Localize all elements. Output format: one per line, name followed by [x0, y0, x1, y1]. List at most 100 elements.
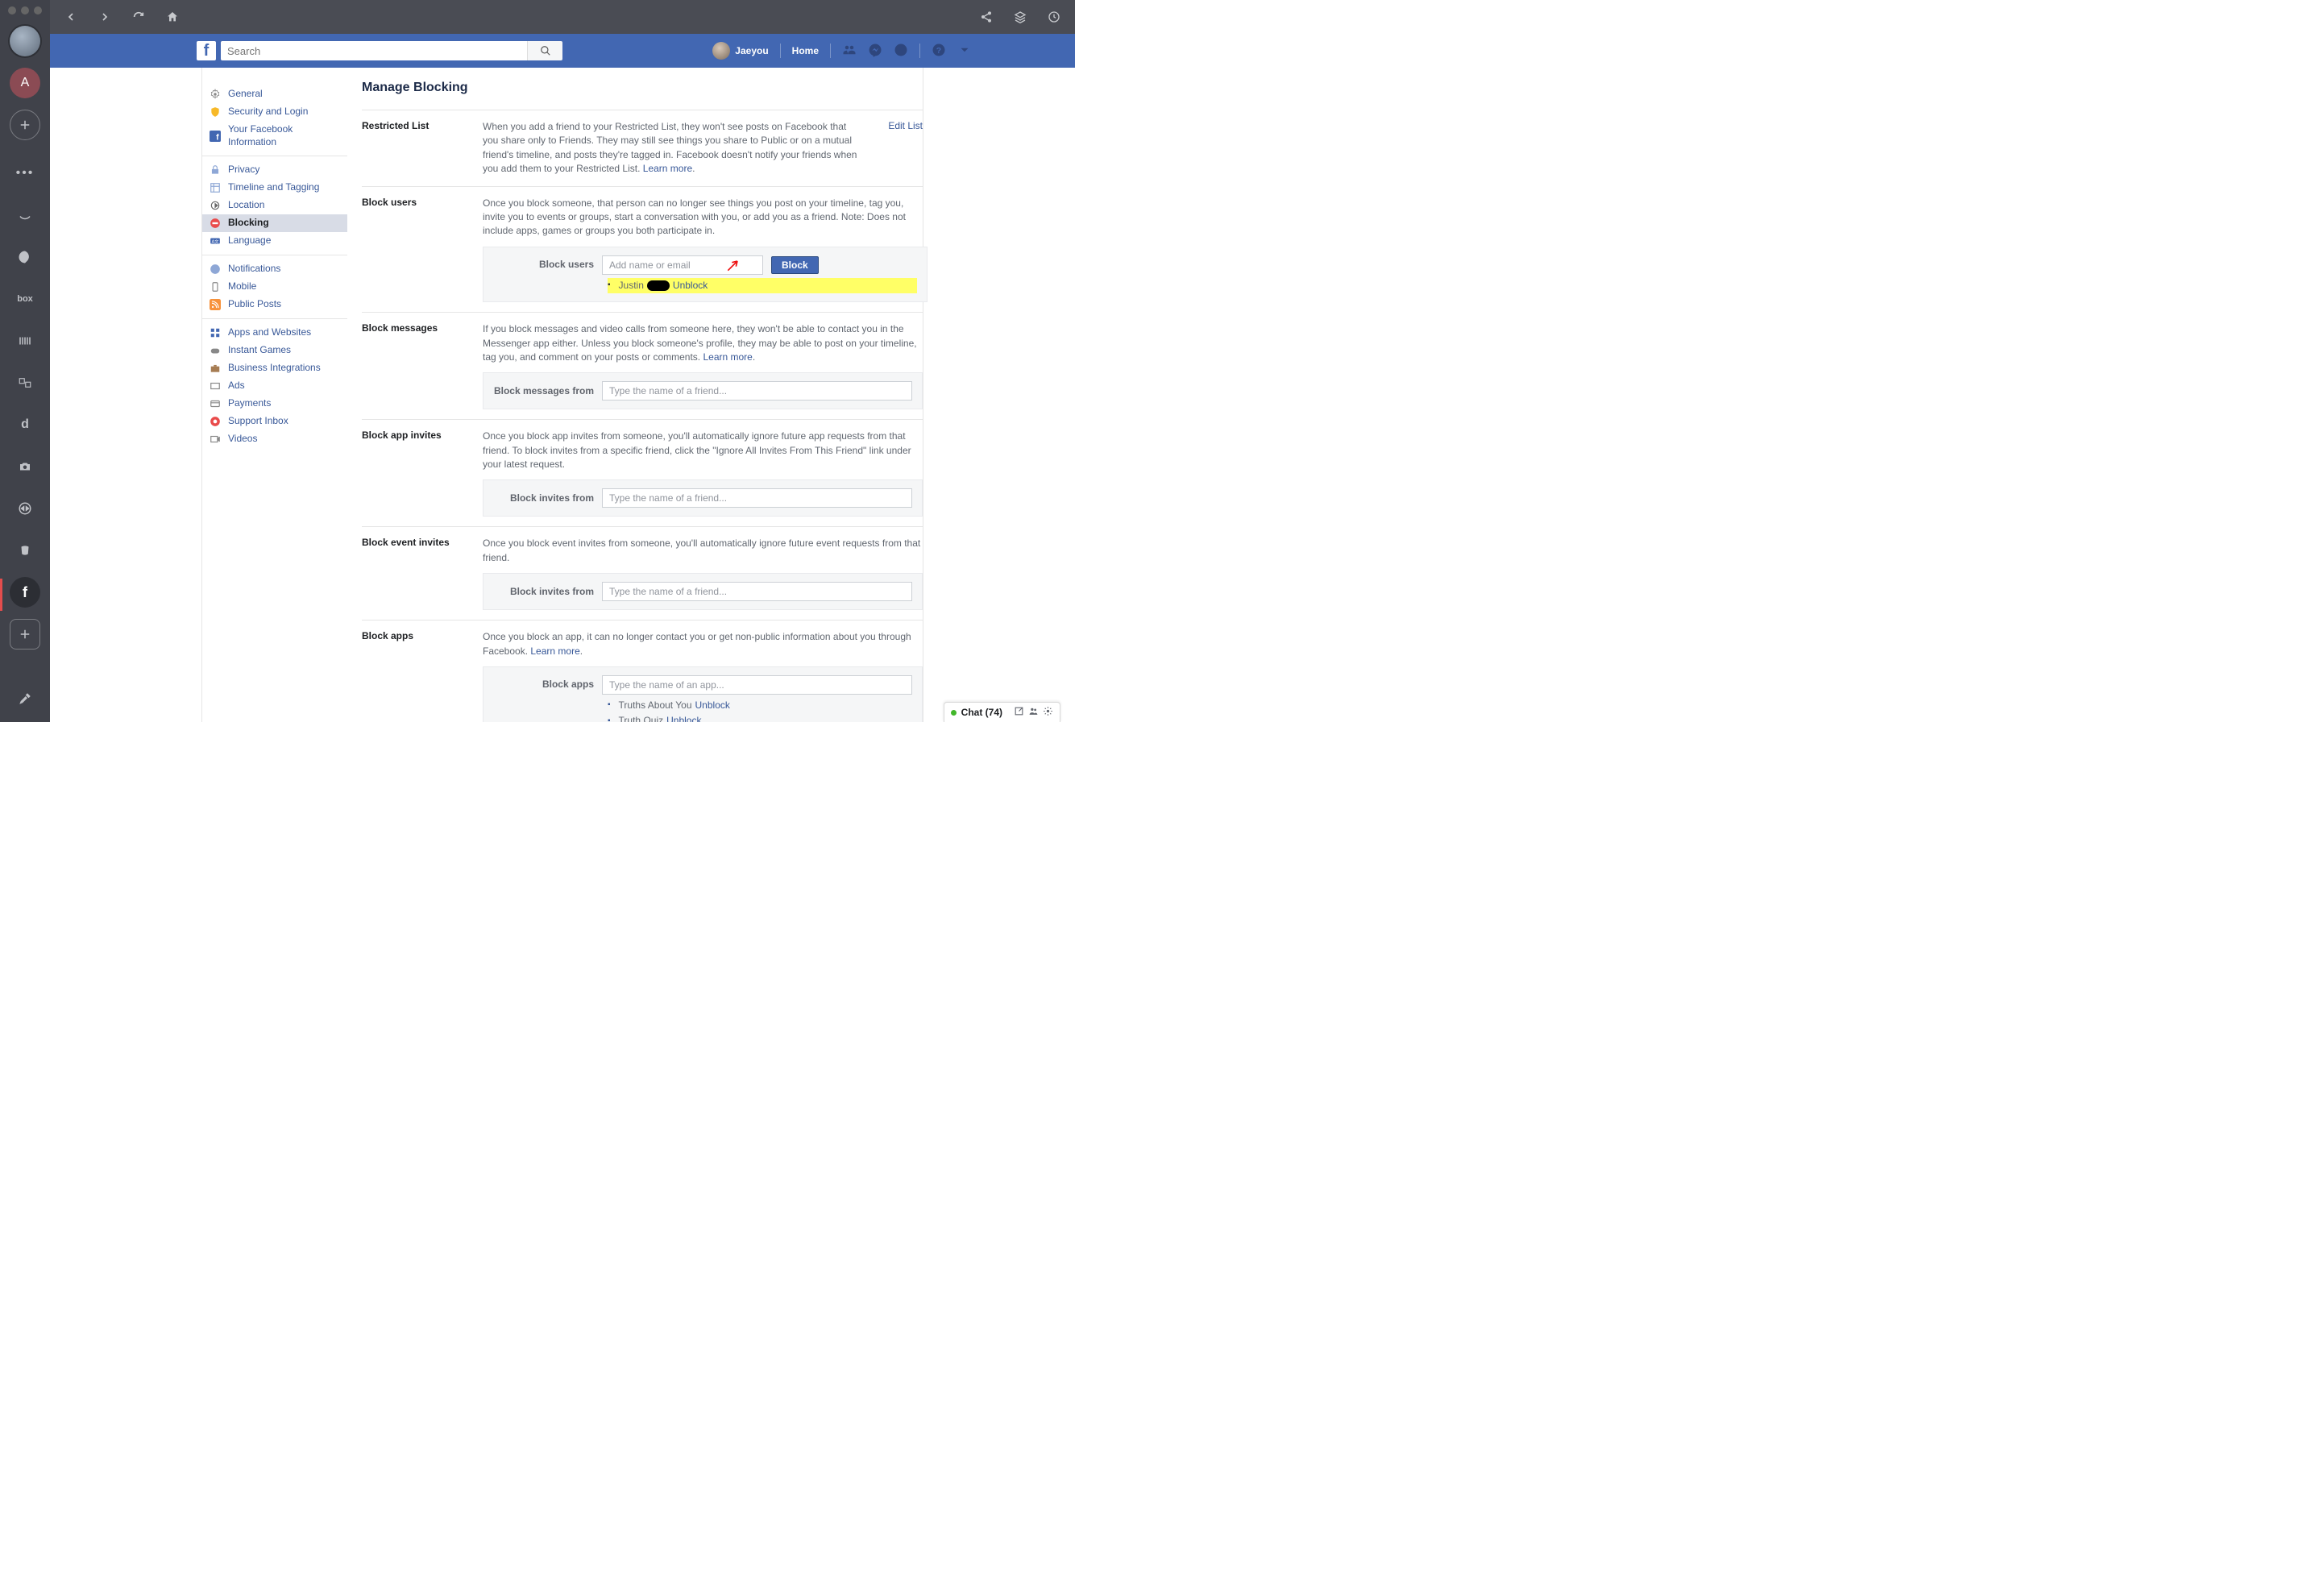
nav-layers-icon[interactable]: [1011, 7, 1030, 27]
nav-home-button[interactable]: [163, 7, 182, 27]
chat-compose-icon[interactable]: [1014, 706, 1024, 719]
block-app-invites-label: Block invites from: [493, 492, 594, 505]
blocked-app-name: Truths About You: [619, 699, 692, 712]
block-apps-label: Block apps: [493, 678, 594, 691]
rail-add-app[interactable]: [10, 619, 40, 650]
chat-widget[interactable]: Chat (74): [944, 702, 1060, 722]
rail-teamviewer-icon[interactable]: [10, 493, 40, 524]
rail-hangouts-icon[interactable]: [10, 242, 40, 272]
facebook-square-icon: f: [209, 130, 222, 143]
block-app-invites-input[interactable]: [602, 488, 912, 508]
sidebar-label: Ads: [228, 380, 245, 392]
sidebar-item-public-posts[interactable]: Public Posts: [202, 296, 347, 313]
section-label: Block app invites: [362, 430, 468, 517]
help-icon[interactable]: ?: [932, 43, 946, 60]
page-title: Manage Blocking: [362, 81, 923, 102]
sidebar-item-blocking[interactable]: Blocking: [202, 214, 347, 232]
briefcase-icon: [209, 362, 222, 375]
rail-camera-icon[interactable]: [10, 451, 40, 482]
section-body: Once you block an app, it can no longer …: [483, 630, 923, 722]
edit-list-link[interactable]: Edit List: [888, 120, 923, 131]
rss-icon: [209, 298, 222, 311]
sidebar-item-language[interactable]: A文Language: [202, 232, 347, 250]
gear-icon: [209, 88, 222, 101]
block-icon: [209, 217, 222, 230]
rail-add-workspace[interactable]: [10, 110, 40, 140]
sidebar-item-security[interactable]: Security and Login: [202, 103, 347, 121]
rail-smile-icon[interactable]: [10, 200, 40, 230]
section-block-app-invites: Block app invites Once you block app inv…: [362, 419, 923, 526]
search-button[interactable]: [527, 41, 562, 60]
nav-back-button[interactable]: [61, 7, 81, 27]
sidebar-label: Privacy: [228, 164, 259, 176]
learn-more-link[interactable]: Learn more: [530, 645, 579, 657]
section-block-apps: Block apps Once you block an app, it can…: [362, 620, 923, 722]
section-label: Block users: [362, 197, 468, 303]
nav-reload-button[interactable]: [129, 7, 148, 27]
sidebar-item-ads[interactable]: Ads: [202, 377, 347, 395]
sidebar-item-business[interactable]: Business Integrations: [202, 359, 347, 377]
block-messages-input[interactable]: [602, 381, 912, 401]
learn-more-link[interactable]: Learn more: [643, 163, 692, 174]
rail-d-icon[interactable]: d: [10, 409, 40, 440]
rail-facebook-icon[interactable]: f: [10, 577, 40, 608]
nav-history-icon[interactable]: [1044, 7, 1064, 27]
sidebar-item-payments[interactable]: Payments: [202, 395, 347, 413]
home-link[interactable]: Home: [792, 45, 819, 56]
sidebar-label: Business Integrations: [228, 362, 321, 375]
card-icon: [209, 397, 222, 410]
annotation-arrow: [725, 257, 741, 273]
rail-translate-icon[interactable]: [10, 367, 40, 398]
sidebar-label: Mobile: [228, 280, 256, 293]
rail-discord-icon[interactable]: [10, 535, 40, 566]
gamepad-icon: [209, 344, 222, 357]
friends-icon[interactable]: [842, 43, 857, 60]
sidebar-item-info[interactable]: fYour Facebook Information: [202, 121, 347, 151]
rail-more-icon[interactable]: •••: [10, 158, 40, 189]
section-label: Block apps: [362, 630, 468, 722]
rail-workspace-a[interactable]: A: [10, 68, 40, 98]
rail-user-avatar[interactable]: [10, 26, 40, 56]
sidebar-item-mobile[interactable]: Mobile: [202, 278, 347, 296]
block-button[interactable]: Block: [771, 256, 819, 274]
chat-settings-icon[interactable]: [1043, 706, 1053, 719]
sidebar-label: Notifications: [228, 263, 280, 276]
rail-active-marker: [0, 579, 2, 611]
block-event-invites-input[interactable]: [602, 582, 912, 601]
nav-forward-button[interactable]: [95, 7, 114, 27]
sidebar-label: Timeline and Tagging: [228, 181, 319, 194]
section-label: Restricted List: [362, 120, 468, 176]
learn-more-link[interactable]: Learn more: [703, 351, 752, 363]
sidebar-item-location[interactable]: Location: [202, 197, 347, 214]
lifebuoy-icon: [209, 415, 222, 428]
sidebar-item-timeline[interactable]: Timeline and Tagging: [202, 179, 347, 197]
rail-box-icon[interactable]: box: [10, 284, 40, 314]
sidebar-item-general[interactable]: General: [202, 85, 347, 103]
user-profile-link[interactable]: Jaeyou: [712, 42, 768, 60]
sidebar-item-apps[interactable]: Apps and Websites: [202, 324, 347, 342]
rail-settings-icon[interactable]: [10, 683, 40, 714]
unblock-link[interactable]: Unblock: [666, 714, 701, 722]
sidebar-item-notifications[interactable]: Notifications: [202, 260, 347, 278]
block-apps-input[interactable]: [602, 675, 912, 695]
block-messages-label: Block messages from: [493, 384, 594, 398]
sidebar-item-videos[interactable]: Videos: [202, 430, 347, 448]
sidebar-item-support[interactable]: Support Inbox: [202, 413, 347, 430]
video-icon: [209, 433, 222, 446]
facebook-logo[interactable]: f: [197, 41, 216, 60]
section-body: If you block messages and video calls fr…: [483, 322, 923, 409]
notifications-icon[interactable]: [894, 43, 908, 60]
chat-people-icon[interactable]: [1028, 706, 1039, 719]
sidebar-item-privacy[interactable]: Privacy: [202, 161, 347, 179]
unblock-link[interactable]: Unblock: [695, 699, 730, 712]
section-block-users: Block users Once you block someone, that…: [362, 186, 923, 313]
messenger-icon[interactable]: [868, 43, 882, 60]
nav-share-icon[interactable]: [977, 7, 996, 27]
dropdown-icon[interactable]: [957, 43, 972, 60]
rail-barcode-icon[interactable]: [10, 326, 40, 356]
search-input[interactable]: [221, 41, 527, 60]
unblock-link[interactable]: Unblock: [673, 279, 708, 293]
blocked-app-row: ▪ Truths About You Unblock: [608, 698, 912, 713]
sidebar-label: Instant Games: [228, 344, 291, 357]
sidebar-item-games[interactable]: Instant Games: [202, 342, 347, 359]
